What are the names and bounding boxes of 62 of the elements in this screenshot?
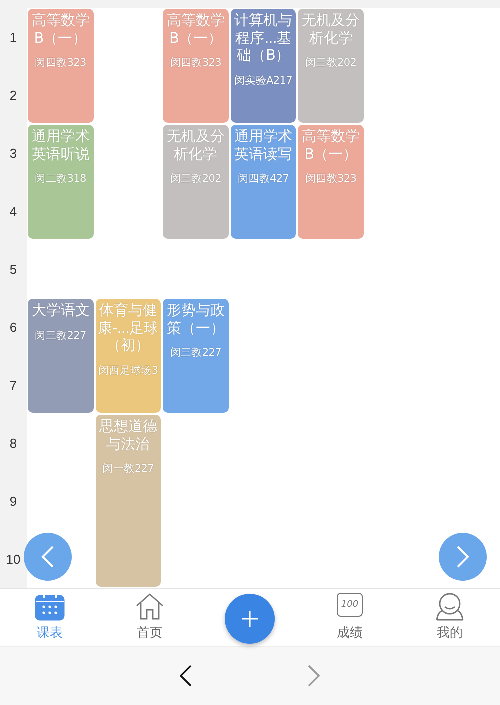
course-card[interactable]: 体育与健康-...足球（初） 闵西足球场3 bbox=[96, 299, 162, 413]
course-room: 闵三教202 bbox=[170, 172, 222, 186]
course-title: 大学语文 bbox=[30, 303, 91, 321]
nav-tab[interactable]: 100 成绩 bbox=[331, 591, 369, 644]
course-title: 高等数学B（一） bbox=[30, 13, 91, 48]
clipboard-score-icon: 100 bbox=[337, 593, 363, 617]
course-room: 闵实验A217 bbox=[234, 74, 293, 88]
course-room: 闵四教323 bbox=[35, 56, 86, 70]
course-card[interactable]: 高等数学B（一） 闵四教323 bbox=[298, 125, 364, 239]
course-title: 体育与健康-...足球（初） bbox=[97, 303, 160, 356]
course-card[interactable]: 形势与政策（一） 闵三教227 bbox=[163, 299, 229, 413]
chevron-left-icon bbox=[41, 545, 55, 569]
home-icon bbox=[135, 593, 165, 621]
course-card[interactable]: 通用学术英语听说 闵二教318 bbox=[28, 125, 94, 239]
period-number: 7 bbox=[10, 378, 18, 392]
course-room: 闵三教227 bbox=[170, 346, 222, 360]
period-number: 6 bbox=[10, 320, 18, 334]
period-number: 10 bbox=[6, 552, 21, 566]
period-number: 4 bbox=[10, 204, 18, 218]
nav-tab[interactable]: 课表 bbox=[29, 591, 71, 644]
period-number: 3 bbox=[10, 146, 18, 160]
course-title: 无机及分析化学 bbox=[166, 129, 226, 164]
course-card[interactable]: 通用学术英语读写 闵四教427 bbox=[230, 125, 296, 239]
course-title: 无机及分析化学 bbox=[301, 13, 362, 48]
course-card[interactable]: 无机及分析化学 闵三教202 bbox=[163, 125, 229, 239]
chevron-right-icon bbox=[456, 545, 470, 569]
course-room: 闵三教227 bbox=[35, 328, 86, 343]
course-title: 思想道德与法治 bbox=[98, 419, 158, 454]
period-number: 9 bbox=[10, 494, 18, 508]
course-card[interactable]: 思想道德与法治 闵一教227 bbox=[96, 415, 162, 587]
course-title: 高等数学B（一） bbox=[301, 129, 362, 164]
nav-tab[interactable]: 我的 bbox=[429, 591, 471, 644]
course-room: 闵二教318 bbox=[35, 172, 86, 186]
course-room: 闵西足球场3 bbox=[98, 364, 158, 378]
add-button[interactable] bbox=[225, 594, 275, 644]
course-title: 计算机与程序...基础（B） bbox=[234, 13, 294, 66]
course-card[interactable]: 计算机与程序...基础（B） 闵实验A217 bbox=[230, 9, 296, 123]
course-card[interactable]: 高等数学B（一） 闵四教323 bbox=[163, 9, 229, 123]
course-card[interactable]: 无机及分析化学 闵三教202 bbox=[298, 9, 364, 123]
period-number: 1 bbox=[10, 30, 18, 44]
course-title: 形势与政策（一） bbox=[166, 303, 226, 338]
course-title: 通用学术英语听说 bbox=[30, 129, 91, 164]
course-room: 闵一教227 bbox=[102, 462, 154, 476]
course-card[interactable]: 大学语文 闵三教227 bbox=[28, 299, 94, 413]
previous-week-button[interactable] bbox=[24, 533, 72, 581]
course-room: 闵四教323 bbox=[305, 172, 357, 186]
course-title: 通用学术英语读写 bbox=[234, 129, 294, 164]
chevron-left-icon bbox=[180, 665, 192, 687]
course-room: 闵四教323 bbox=[170, 56, 222, 70]
period-number: 2 bbox=[10, 88, 18, 102]
next-week-button[interactable] bbox=[439, 533, 487, 581]
course-room: 闵三教202 bbox=[305, 56, 357, 70]
calendar-icon bbox=[35, 593, 65, 621]
period-number: 5 bbox=[10, 262, 18, 276]
nav-tab[interactable]: 首页 bbox=[129, 591, 171, 644]
chevron-right-icon bbox=[308, 665, 320, 687]
course-title: 高等数学B（一） bbox=[166, 13, 226, 48]
plus-icon bbox=[241, 610, 259, 628]
course-card[interactable]: 高等数学B（一） 闵四教323 bbox=[28, 9, 94, 123]
period-number: 8 bbox=[10, 436, 18, 450]
course-room: 闵四教427 bbox=[238, 172, 290, 186]
user-icon bbox=[435, 593, 465, 621]
